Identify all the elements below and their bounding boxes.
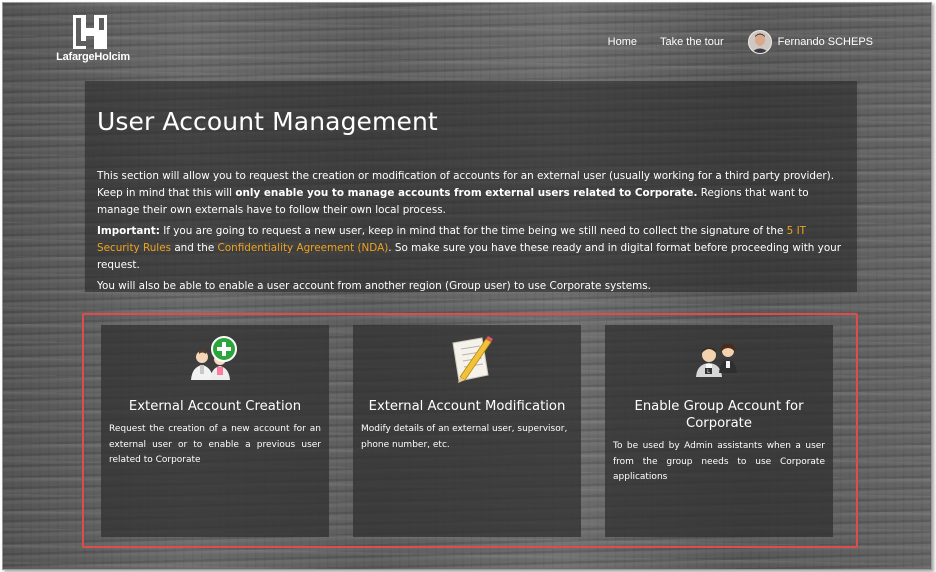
intro-body: This section will allow you to request t… xyxy=(97,168,847,299)
intro-paragraph-2: Important: If you are going to request a… xyxy=(97,223,847,274)
add-users-icon xyxy=(191,336,237,380)
user-photo-icon xyxy=(748,31,771,53)
top-nav: Home Take the tour Fernando SCHEPS xyxy=(585,29,873,55)
important-label: Important: xyxy=(97,225,160,237)
intro-p2-and: and the xyxy=(171,242,218,254)
edit-document-icon xyxy=(452,336,493,383)
user-name: Fernando SCHEPS xyxy=(777,36,873,48)
card-description: Modify details of an external user, supe… xyxy=(361,424,568,450)
nda-link[interactable]: Confidentiality Agreement (NDA) xyxy=(218,242,389,254)
intro-p2-text: If you are going to request a new user, … xyxy=(159,225,787,237)
card-title: External Account Modification xyxy=(368,399,566,414)
card-title: Enable Group Account for Corporate xyxy=(634,399,804,431)
external-account-creation-card[interactable]: External Account Creation Request the cr… xyxy=(101,325,329,537)
card-description: Request the creation of a new account fo… xyxy=(109,424,321,465)
nav-tour-link[interactable]: Take the tour xyxy=(660,36,724,48)
page-frame: LafargeHolcim Home Take the tour Fernand… xyxy=(2,2,932,570)
lafargeholcim-logo[interactable]: LafargeHolcim xyxy=(51,13,135,67)
group-users-icon: L xyxy=(696,343,737,377)
card-description: To be used by Admin assistants when a us… xyxy=(613,441,825,482)
user-menu[interactable]: Fernando SCHEPS xyxy=(747,30,873,54)
intro-paragraph-3: You will also be able to enable a user a… xyxy=(97,280,651,292)
avatar xyxy=(747,30,772,54)
svg-text:L: L xyxy=(707,369,710,375)
intro-paragraph-1: This section will allow you to request t… xyxy=(97,168,847,219)
external-account-modification-card[interactable]: External Account Modification Modify det… xyxy=(353,325,581,537)
page-title: User Account Management xyxy=(97,107,438,136)
logo-text: LafargeHolcim xyxy=(56,51,130,63)
card-title: External Account Creation xyxy=(128,399,302,414)
enable-group-account-card[interactable]: L Enable Group Account for Corporate To … xyxy=(605,325,833,537)
intro-p1-bold: only enable you to manage accounts from … xyxy=(235,187,698,199)
logo-mark-icon xyxy=(73,15,107,49)
intro-panel: User Account Management This section wil… xyxy=(85,81,857,292)
nav-home-link[interactable]: Home xyxy=(608,36,637,48)
